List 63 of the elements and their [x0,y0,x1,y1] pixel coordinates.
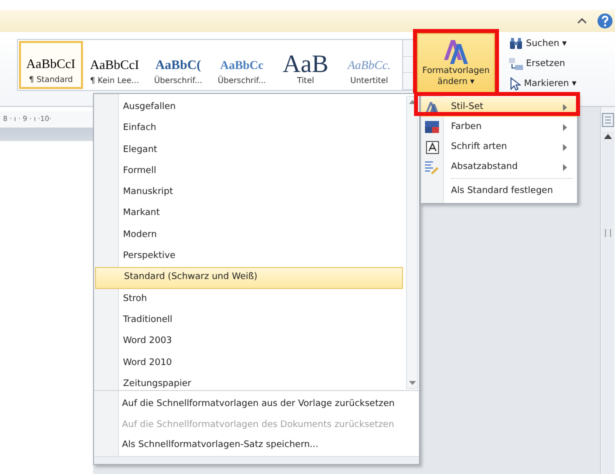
style-preview: AaBbC( [155,56,201,74]
menu-item[interactable]: Word 2003 [95,331,403,353]
menu-item[interactable]: Absatzabstand [421,157,577,177]
change-styles-button[interactable]: Formatvorlagen ändern ▾ [417,33,495,95]
style-gallery-item[interactable]: AaBbCc Überschrif... [210,41,274,89]
menu-item[interactable]: Stroh [95,288,403,310]
menu-scrollbar[interactable] [406,96,418,389]
menu-item[interactable]: Auf die Schnellformatvorlagen aus der Vorlage zurücksetzen [94,394,419,414]
submenu-arrow-icon [563,124,567,130]
style-name: Überschrif... [218,76,266,85]
style-gallery-item[interactable]: AaB Titel [274,41,338,89]
style-gallery-item[interactable]: AaBbCcI ¶ Standard [19,41,83,89]
menu-item[interactable]: Elegant [95,140,403,161]
style-preview: AaBbCcI [26,55,76,73]
style-gallery-item[interactable]: AaBbC( Überschrif... [146,41,210,89]
style-name: ¶ Kein Lee... [90,76,140,85]
style-preview: AaB [282,54,328,76]
replace-button[interactable]: Ersetzen [507,54,578,73]
scroll-up-icon[interactable] [408,100,416,104]
resize-grip[interactable] [94,456,419,464]
menu-item: Auf die Schnellformatvorlagen des Dokuments zurücksetzen [121,418,396,432]
menu-item[interactable]: Modern [95,224,403,246]
style-preview: AaBbCcI [90,56,140,74]
style-gallery-item[interactable]: AaBbCc. Untertitel [337,41,402,89]
menu-item[interactable]: Als Schnellformatvorlagen-Satz speichern... [94,435,419,456]
menu-item[interactable]: Perspektive [95,246,403,268]
menu-item[interactable]: Standard (Schwarz und Weiß) [95,267,403,289]
style-preview: AaBbCc [220,57,264,74]
collapse-ribbon-icon[interactable] [577,17,587,25]
menu-item[interactable]: Manuskript [95,182,403,204]
menu-item[interactable]: Ausgefallen [95,97,403,118]
menu-item[interactable]: Traditionell [95,310,403,332]
menu-item[interactable]: Formell [95,160,403,182]
paragraph-spacing-icon [425,160,439,174]
scroll-up-icon[interactable] [604,134,612,139]
submenu-arrow-icon [563,104,567,110]
replace-icon [509,56,523,70]
menu-item[interactable]: Markant [95,203,403,225]
help-icon[interactable] [597,13,613,29]
style-preview: AaBbCc. [348,57,391,74]
cursor-icon [509,76,521,90]
style-gallery-item[interactable]: AaBbCcI ¶ Kein Lee... [82,41,146,89]
style-set-icon [425,101,439,113]
ruler-toggle-icon[interactable] [602,113,614,127]
style-name: Überschrif... [154,76,202,85]
vertical-scrollbar[interactable] [602,131,614,474]
font-icon [426,140,438,154]
menu-item[interactable]: Zeitungspapier [95,374,403,396]
menu-item[interactable]: Schrift arten [421,137,577,157]
submenu-arrow-icon [563,164,567,170]
select-button[interactable]: Markieren ▾ [507,74,578,93]
style-name: Untertitel [350,76,388,85]
submenu-arrow-icon [563,144,567,150]
color-swatch-icon [425,121,439,133]
menu-item[interactable]: Als Standard festlegen [421,181,577,201]
menu-item[interactable]: Farben [421,117,577,137]
find-button[interactable]: Suchen ▾ [507,34,578,53]
binoculars-icon [509,38,523,50]
style-name: ¶ Standard [28,75,73,84]
scroll-down-icon[interactable] [408,381,416,385]
style-name: Titel [296,76,314,85]
menu-item[interactable]: Word 2010 [95,352,403,374]
menu-item[interactable]: Einfach [95,118,403,140]
